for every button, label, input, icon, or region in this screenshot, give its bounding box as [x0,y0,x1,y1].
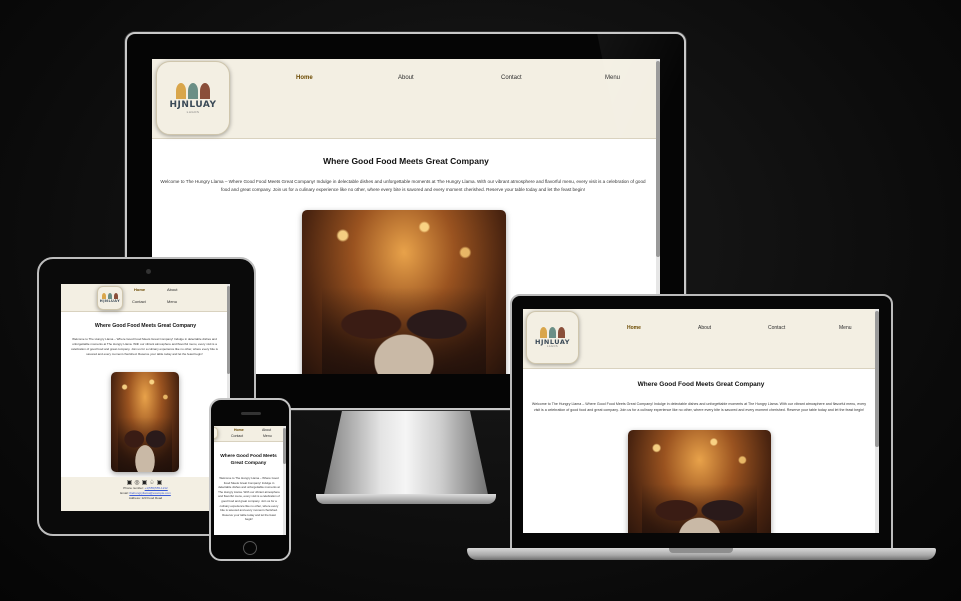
tablet-logo-arches-icon [102,292,118,299]
mobile-header: Home About Contact Menu [214,426,286,442]
tablet-logo[interactable]: HJNLUAY [97,286,123,310]
mobile-nav-about[interactable]: About [262,428,271,432]
tablet-intro-paragraph: Welcome to The Hungry Llama – Where Good… [71,337,218,356]
social-icons: ▣◎▣♤▣ [61,479,230,486]
tablet-nav-menu[interactable]: Menu [167,299,177,304]
laptop-nav-about[interactable]: About [698,325,711,331]
tablet-page-title: Where Good Food Meets Great Company [94,323,197,329]
logo-text: HJNLUAY [169,99,217,110]
mobile-nav-home[interactable]: Home [234,428,244,432]
mobile-nav-menu[interactable]: Menu [263,434,272,438]
laptop-header: HJNLUAY LAGOS Home About Contact Menu [523,309,879,369]
iphone-speaker [241,412,261,415]
mobile-intro-paragraph: Welcome to The Hungry Llama – Where Good… [218,476,280,522]
nav-contact[interactable]: Contact [501,75,522,81]
address-text: Address: 123 Food Road [128,496,163,500]
device-mockup-stage: HJNLUAY LAGOS Home About Contact Menu Wh… [0,0,961,601]
laptop-logo-subtext: LAGOS [546,345,559,348]
nav-home[interactable]: Home [296,75,313,81]
tablet-logo-text: HJNLUAY [99,298,121,303]
tablet-header: HJNLUAY Home About Contact Menu [61,284,230,312]
logo-subtext: LAGOS [186,109,200,114]
imac-foot [316,494,496,504]
laptop-logo[interactable]: HJNLUAY LAGOS [526,311,579,364]
laptop-logo-arches-icon [540,326,565,338]
laptop-nav-contact[interactable]: Contact [768,325,785,331]
intro-paragraph: Welcome to The Hungry Llama – Where Good… [160,179,646,192]
tablet-restaurant-photo [111,372,179,472]
laptop-page-title: Where Good Food Meets Great Company [637,381,765,388]
laptop-restaurant-photo [628,430,771,533]
laptop-scrollbar[interactable] [875,309,879,533]
email-label: Email: [120,491,129,495]
site-header: HJNLUAY LAGOS Home About Contact Menu [152,59,660,139]
restaurant-photo [302,210,506,374]
laptop-site: HJNLUAY LAGOS Home About Contact Menu Wh… [523,309,879,533]
mobile-page-title: Where Good Food Meets Great Company [220,454,277,466]
logo-arches-icon [176,82,210,99]
ipad-camera [146,269,151,274]
site-logo[interactable]: HJNLUAY LAGOS [156,61,230,135]
page-title: Where Good Food Meets Great Company [323,156,489,166]
mobile-logo[interactable] [214,427,218,439]
laptop-intro-paragraph: Welcome to The Hungry Llama – Where Good… [531,402,867,413]
macbook-notch [669,548,733,553]
tablet-nav-contact[interactable]: Contact [132,299,146,304]
tablet-nav-about[interactable]: About [167,287,177,292]
mobile-nav-contact[interactable]: Contact [231,434,243,438]
email-link[interactable]: thehungryllama@example.com [129,491,170,495]
laptop-nav-home[interactable]: Home [627,325,641,331]
nav-about[interactable]: About [398,75,414,81]
tablet-site: HJNLUAY Home About Contact Menu Where Go… [61,284,230,511]
tablet-nav-home[interactable]: Home [134,287,145,292]
iphone-home-button[interactable] [243,541,257,555]
phone-label: Phone number: [123,486,144,490]
mobile-scrollbar[interactable] [283,426,286,535]
phone-link[interactable]: +1(555)555-1212 [145,486,168,490]
imac-stand [322,410,490,504]
mobile-site: Home About Contact Menu Where Good Food … [214,426,286,535]
tablet-footer: ▣◎▣♤▣ Phone number: +1(555)555-1212 Emai… [61,477,230,511]
laptop-nav-menu[interactable]: Menu [839,325,852,331]
